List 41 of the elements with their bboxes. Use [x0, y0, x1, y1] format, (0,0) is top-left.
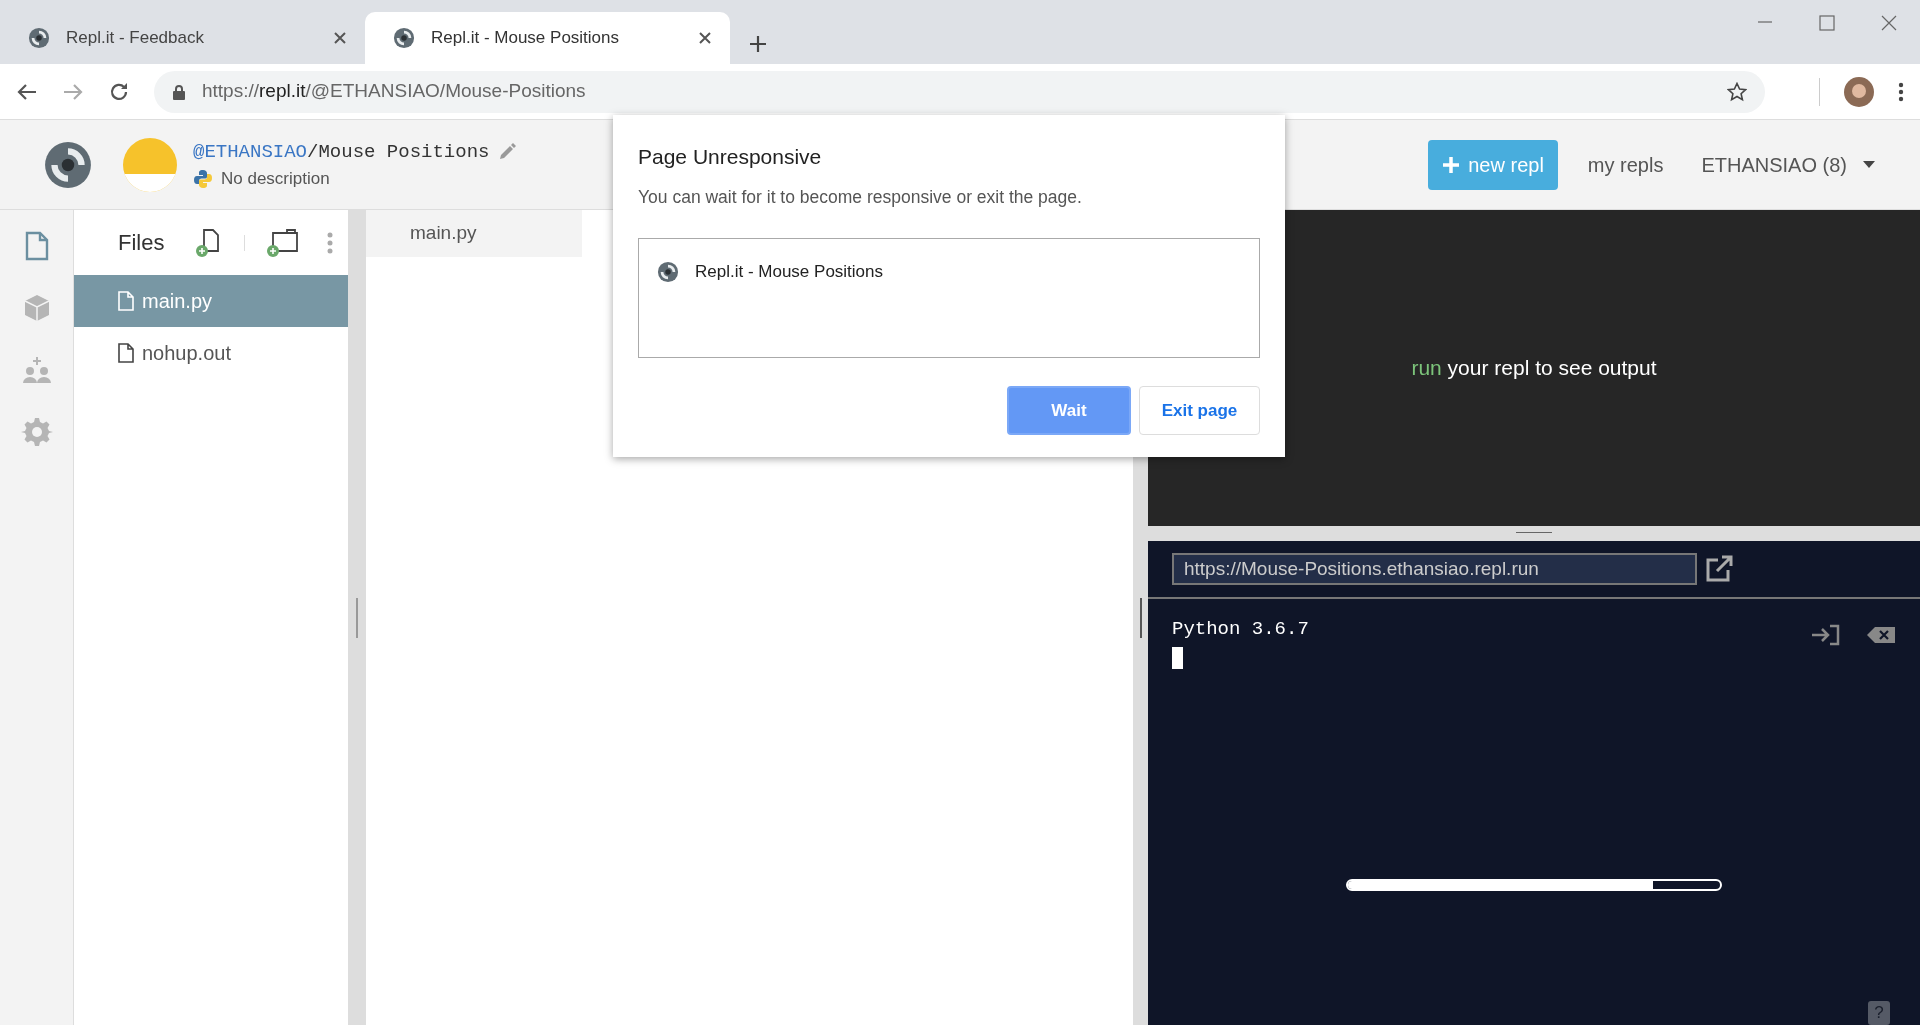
star-icon[interactable] [1727, 81, 1747, 102]
pencil-icon[interactable] [497, 141, 518, 162]
url-field[interactable]: https://Mouse-Positions.ethansiao.repl.run [1172, 552, 1697, 585]
files-title: Files [118, 229, 165, 257]
enter-icon[interactable] [1810, 622, 1840, 647]
python-icon [193, 168, 213, 189]
avatar [123, 137, 177, 192]
dialog-title: Page Unresponsive [638, 144, 823, 170]
lock-icon [172, 83, 186, 100]
browser-tab[interactable]: Repl.it - Feedback [0, 12, 365, 64]
more-menu-icon[interactable] [1898, 81, 1904, 102]
repl-logo-icon [28, 27, 50, 49]
address-text: https://repl.it/@ETHANSIAO/Mouse-Positions [202, 79, 587, 104]
file-icon [118, 343, 134, 363]
repl-logo-icon[interactable] [43, 139, 93, 190]
clear-icon[interactable] [1866, 624, 1896, 645]
file-item[interactable]: nohup.out [74, 327, 348, 379]
user-menu[interactable]: ETHANSIAO (8) [1701, 149, 1875, 180]
repl-logo-icon [657, 261, 679, 284]
output-hint: run your repl to see output [1411, 355, 1657, 382]
repl-description: No description [221, 168, 330, 190]
dialog-message: You can wait for it to become responsive or exit the page. [638, 186, 1083, 210]
page-item: Repl.it - Mouse Positions [695, 261, 884, 284]
avatar[interactable] [1844, 76, 1874, 107]
close-icon[interactable] [698, 31, 712, 45]
close-icon[interactable] [1880, 14, 1898, 32]
my-repls-link[interactable]: my repls [1587, 149, 1664, 180]
repl-logo-icon [393, 27, 415, 49]
caret-icon [1863, 161, 1875, 168]
text-cursor [1172, 647, 1183, 669]
exit-page-button[interactable]: Exit page [1139, 386, 1260, 436]
external-link-icon[interactable] [1705, 554, 1735, 583]
plus-icon [1442, 155, 1461, 174]
browser-tab[interactable]: Repl.it - Mouse Positions [365, 12, 730, 64]
close-icon[interactable] [333, 31, 347, 45]
new-tab-icon[interactable] [748, 34, 768, 54]
console-line: Python 3.6.7 [1172, 616, 1310, 642]
repl-title: @ETHANSIAO/Mouse Positions [193, 139, 490, 165]
editor-tab[interactable]: main.py [366, 210, 582, 257]
address-bar[interactable]: https://repl.it/@ETHANSIAO/Mouse-Positions [154, 70, 1765, 113]
file-icon [118, 291, 134, 311]
